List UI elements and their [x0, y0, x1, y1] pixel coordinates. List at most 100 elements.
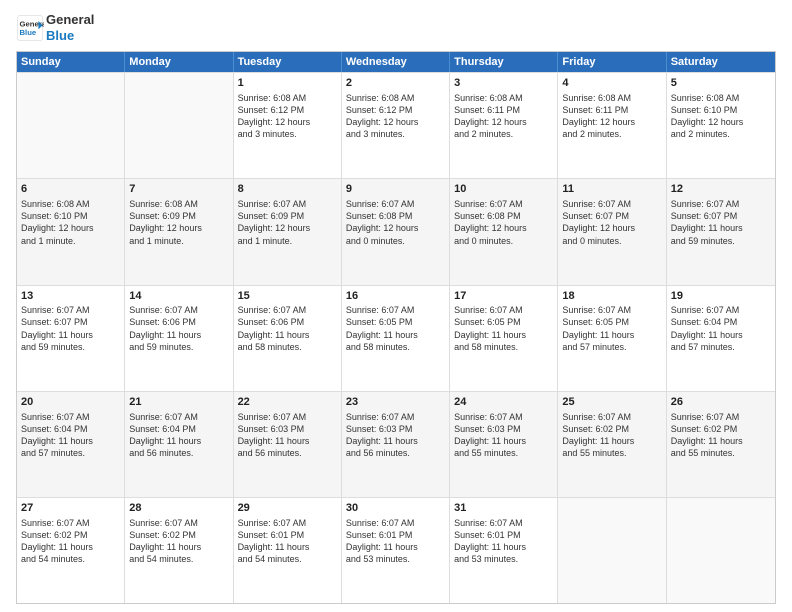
day-info: and 1 minute. — [129, 235, 228, 247]
day-number: 10 — [454, 182, 553, 197]
day-number: 27 — [21, 501, 120, 516]
day-info: Sunrise: 6:07 AM — [671, 304, 771, 316]
day-number: 17 — [454, 289, 553, 304]
day-info: and 59 minutes. — [129, 341, 228, 353]
day-info: and 56 minutes. — [238, 447, 337, 459]
cal-cell: 5Sunrise: 6:08 AMSunset: 6:10 PMDaylight… — [667, 73, 775, 178]
cal-cell: 1Sunrise: 6:08 AMSunset: 6:12 PMDaylight… — [234, 73, 342, 178]
cal-cell: 27Sunrise: 6:07 AMSunset: 6:02 PMDayligh… — [17, 498, 125, 603]
day-info: Sunset: 6:01 PM — [454, 529, 553, 541]
day-info: Sunset: 6:03 PM — [238, 423, 337, 435]
day-info: Sunrise: 6:07 AM — [238, 198, 337, 210]
day-number: 5 — [671, 76, 771, 91]
day-number: 24 — [454, 395, 553, 410]
header-day-wednesday: Wednesday — [342, 52, 450, 72]
day-info: and 0 minutes. — [562, 235, 661, 247]
day-info: and 2 minutes. — [562, 128, 661, 140]
day-info: and 3 minutes. — [238, 128, 337, 140]
header-day-monday: Monday — [125, 52, 233, 72]
day-info: and 3 minutes. — [346, 128, 445, 140]
cal-cell: 22Sunrise: 6:07 AMSunset: 6:03 PMDayligh… — [234, 392, 342, 497]
cal-cell: 14Sunrise: 6:07 AMSunset: 6:06 PMDayligh… — [125, 286, 233, 391]
day-info: Sunrise: 6:07 AM — [21, 411, 120, 423]
day-info: Sunrise: 6:08 AM — [238, 92, 337, 104]
day-info: and 0 minutes. — [454, 235, 553, 247]
day-number: 14 — [129, 289, 228, 304]
cal-cell: 23Sunrise: 6:07 AMSunset: 6:03 PMDayligh… — [342, 392, 450, 497]
header-day-tuesday: Tuesday — [234, 52, 342, 72]
day-info: Sunrise: 6:07 AM — [562, 411, 661, 423]
day-info: Daylight: 12 hours — [562, 116, 661, 128]
day-info: Sunrise: 6:07 AM — [21, 304, 120, 316]
day-info: Sunrise: 6:07 AM — [346, 517, 445, 529]
cal-cell: 2Sunrise: 6:08 AMSunset: 6:12 PMDaylight… — [342, 73, 450, 178]
day-info: Daylight: 11 hours — [671, 435, 771, 447]
cal-cell: 20Sunrise: 6:07 AMSunset: 6:04 PMDayligh… — [17, 392, 125, 497]
day-info: and 56 minutes. — [346, 447, 445, 459]
day-number: 25 — [562, 395, 661, 410]
day-info: Sunset: 6:07 PM — [562, 210, 661, 222]
week-row-4: 20Sunrise: 6:07 AMSunset: 6:04 PMDayligh… — [17, 391, 775, 497]
day-info: and 58 minutes. — [238, 341, 337, 353]
day-info: Sunrise: 6:07 AM — [129, 517, 228, 529]
day-info: and 55 minutes. — [671, 447, 771, 459]
day-info: Sunrise: 6:08 AM — [671, 92, 771, 104]
day-info: Sunrise: 6:08 AM — [346, 92, 445, 104]
cal-cell: 26Sunrise: 6:07 AMSunset: 6:02 PMDayligh… — [667, 392, 775, 497]
day-info: Daylight: 12 hours — [238, 222, 337, 234]
cal-cell: 10Sunrise: 6:07 AMSunset: 6:08 PMDayligh… — [450, 179, 558, 284]
logo-text: General Blue — [46, 12, 94, 43]
day-info: and 58 minutes. — [346, 341, 445, 353]
day-info: Sunrise: 6:07 AM — [346, 411, 445, 423]
day-info: and 57 minutes. — [562, 341, 661, 353]
cal-cell: 19Sunrise: 6:07 AMSunset: 6:04 PMDayligh… — [667, 286, 775, 391]
day-info: Daylight: 11 hours — [238, 541, 337, 553]
day-number: 4 — [562, 76, 661, 91]
day-info: Sunset: 6:09 PM — [238, 210, 337, 222]
day-info: Daylight: 11 hours — [671, 222, 771, 234]
cal-cell: 30Sunrise: 6:07 AMSunset: 6:01 PMDayligh… — [342, 498, 450, 603]
cal-cell: 29Sunrise: 6:07 AMSunset: 6:01 PMDayligh… — [234, 498, 342, 603]
day-info: Sunrise: 6:07 AM — [454, 304, 553, 316]
day-info: Sunrise: 6:08 AM — [21, 198, 120, 210]
day-info: Daylight: 12 hours — [454, 222, 553, 234]
cal-cell — [558, 498, 666, 603]
day-info: and 1 minute. — [21, 235, 120, 247]
cal-cell — [17, 73, 125, 178]
day-info: Sunset: 6:10 PM — [21, 210, 120, 222]
day-info: Sunset: 6:05 PM — [454, 316, 553, 328]
cal-cell: 6Sunrise: 6:08 AMSunset: 6:10 PMDaylight… — [17, 179, 125, 284]
day-info: Daylight: 12 hours — [238, 116, 337, 128]
day-info: and 54 minutes. — [129, 553, 228, 565]
day-info: Sunrise: 6:07 AM — [129, 411, 228, 423]
day-number: 12 — [671, 182, 771, 197]
cal-cell: 8Sunrise: 6:07 AMSunset: 6:09 PMDaylight… — [234, 179, 342, 284]
header-day-friday: Friday — [558, 52, 666, 72]
header-day-sunday: Sunday — [17, 52, 125, 72]
day-number: 18 — [562, 289, 661, 304]
day-info: Sunset: 6:04 PM — [671, 316, 771, 328]
header-day-thursday: Thursday — [450, 52, 558, 72]
calendar-body: 1Sunrise: 6:08 AMSunset: 6:12 PMDaylight… — [17, 72, 775, 603]
day-info: Daylight: 11 hours — [671, 329, 771, 341]
cal-cell — [667, 498, 775, 603]
day-info: and 56 minutes. — [129, 447, 228, 459]
day-number: 19 — [671, 289, 771, 304]
day-info: Sunset: 6:11 PM — [562, 104, 661, 116]
day-info: Daylight: 12 hours — [346, 222, 445, 234]
cal-cell: 24Sunrise: 6:07 AMSunset: 6:03 PMDayligh… — [450, 392, 558, 497]
day-info: Sunrise: 6:08 AM — [129, 198, 228, 210]
cal-cell: 21Sunrise: 6:07 AMSunset: 6:04 PMDayligh… — [125, 392, 233, 497]
day-info: Sunrise: 6:07 AM — [346, 304, 445, 316]
day-number: 22 — [238, 395, 337, 410]
calendar: SundayMondayTuesdayWednesdayThursdayFrid… — [16, 51, 776, 604]
day-info: Sunset: 6:04 PM — [21, 423, 120, 435]
day-info: Sunset: 6:05 PM — [346, 316, 445, 328]
day-info: Sunrise: 6:07 AM — [454, 517, 553, 529]
day-info: and 0 minutes. — [346, 235, 445, 247]
week-row-2: 6Sunrise: 6:08 AMSunset: 6:10 PMDaylight… — [17, 178, 775, 284]
week-row-1: 1Sunrise: 6:08 AMSunset: 6:12 PMDaylight… — [17, 72, 775, 178]
day-number: 9 — [346, 182, 445, 197]
week-row-3: 13Sunrise: 6:07 AMSunset: 6:07 PMDayligh… — [17, 285, 775, 391]
day-info: Daylight: 11 hours — [129, 541, 228, 553]
